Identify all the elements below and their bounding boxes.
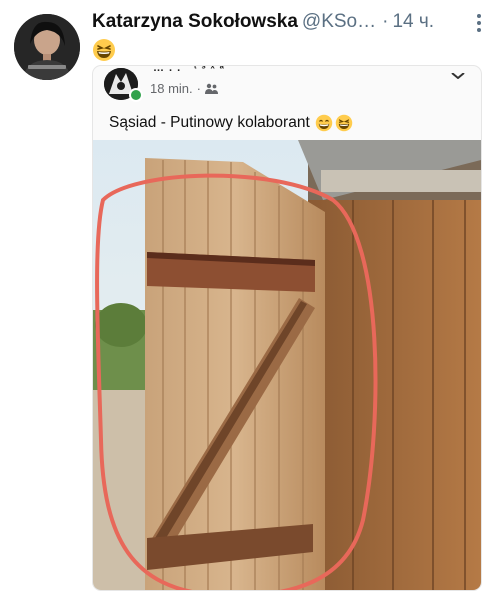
timestamp[interactable]: 14 ч. [392,11,434,32]
more-options-icon[interactable] [472,12,486,34]
tweet-author-row: Katarzyna Sokołowska @KSo… · 14 ч. [92,11,434,33]
online-status-dot [129,88,143,102]
grinning-squinting-face-icon [335,114,353,132]
profile-photo-icon [14,14,80,80]
tweet-text [92,38,116,67]
embedded-post-image[interactable]: … . . ˙ ᵗ ˢ ˣ ᵃ 18 min. · Sąsiad - Putin… [93,66,481,590]
handle[interactable]: @KSo… [302,11,376,32]
grinning-squinting-face-icon [93,39,115,61]
separator-dot: · [382,11,389,32]
fb-post-meta: 18 min. · [150,81,218,96]
friends-icon [204,83,218,94]
beaming-face-icon [315,114,333,132]
fb-author-name-cropped: … . . ˙ ᵗ ˢ ˣ ᵃ [153,66,225,74]
avatar[interactable] [14,14,80,80]
fb-post-time[interactable]: 18 min. [150,81,193,96]
wooden-outhouse-door-photo-icon [93,140,481,590]
close-icon[interactable] [451,66,465,82]
display-name[interactable]: Katarzyna Sokołowska [92,11,298,32]
fb-post-text: Sąsiad - Putinowy kolaborant [109,114,353,132]
fb-post-caption: Sąsiad - Putinowy kolaborant [109,114,310,131]
fb-separator-dot: · [196,81,201,96]
